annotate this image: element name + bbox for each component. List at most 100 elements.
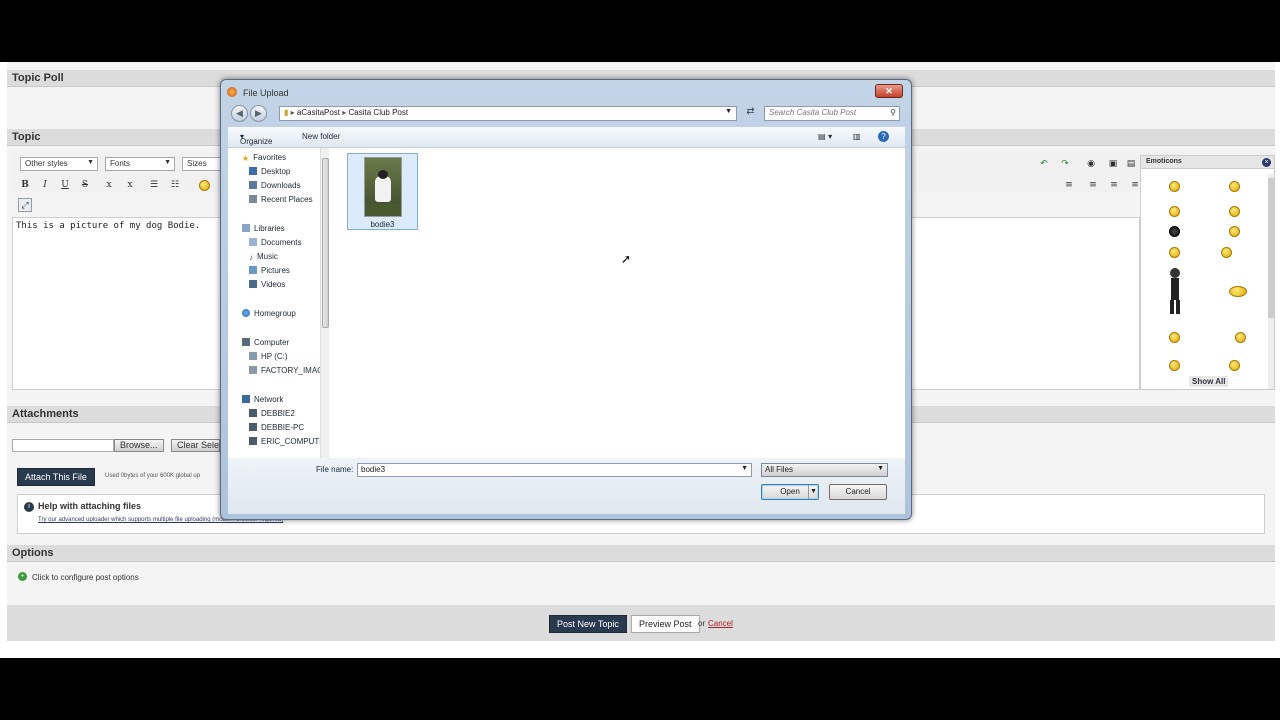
smiley-icon[interactable] (1229, 226, 1240, 237)
numbered-list-icon[interactable]: ☷ (168, 178, 182, 192)
configure-options-link[interactable]: Click to configure post options (32, 573, 139, 582)
breadcrumb-casita-club-post[interactable]: Casita Club Post (349, 108, 409, 117)
nav-drive-c[interactable]: HP (C:) (249, 352, 288, 361)
file-type-select[interactable]: All Files ▼ (761, 463, 888, 477)
organize-menu[interactable]: Organize ▾ (240, 132, 272, 146)
nav-debbie2[interactable]: DEBBIE2 (249, 409, 295, 418)
file-name-input[interactable]: bodie3 ▼ (357, 463, 752, 477)
close-button[interactable]: ✕ (875, 84, 903, 98)
nav-documents[interactable]: Documents (249, 238, 301, 247)
nav-network[interactable]: Network (242, 395, 283, 404)
emoticons-scrollbar[interactable] (1268, 174, 1274, 389)
show-all-emoticons[interactable]: Show All (1189, 376, 1229, 387)
nav-homegroup[interactable]: Homegroup (242, 309, 296, 318)
nav-scrollbar[interactable] (320, 148, 329, 458)
downloads-icon (249, 181, 257, 189)
computer-icon (249, 409, 257, 417)
nav-music[interactable]: ♪ Music (249, 252, 278, 262)
or-text: or (698, 619, 706, 628)
cool-smiley-icon[interactable] (1169, 226, 1180, 237)
nav-pictures[interactable]: Pictures (249, 266, 290, 275)
chevron-down-icon: ▼ (877, 465, 884, 472)
help-icon[interactable]: ◉ (1084, 157, 1098, 171)
nav-desktop[interactable]: Desktop (249, 167, 290, 176)
view-options-icon[interactable]: ▤ ▾ (818, 132, 832, 141)
italic-button[interactable]: I (38, 178, 52, 192)
network-icon (242, 395, 250, 403)
firefox-icon (227, 87, 237, 97)
editor-text: This is a picture of my dog Bodie. (16, 221, 201, 231)
smiley-icon[interactable] (199, 180, 210, 191)
expand-icon[interactable]: + (18, 572, 27, 581)
smiley-icon[interactable] (1229, 360, 1240, 371)
refresh-icon[interactable]: ⇄ (742, 106, 759, 121)
nav-downloads[interactable]: Downloads (249, 181, 301, 190)
open-button[interactable]: Open ▼ (761, 484, 819, 500)
smiley-icon[interactable] (1235, 332, 1246, 343)
bold-button[interactable]: B (18, 178, 32, 192)
nav-libraries[interactable]: Libraries (242, 224, 285, 233)
attachment-file-input[interactable] (12, 439, 114, 452)
image-icon[interactable]: ▣ (1106, 157, 1120, 171)
command-bar: Organize ▾ New folder ▤ ▾ ▥ ? (228, 127, 905, 148)
underline-button[interactable]: U (58, 178, 72, 192)
styles-select[interactable]: Other styles ▼ (20, 157, 98, 171)
fonts-select[interactable]: Fonts ▼ (105, 157, 175, 171)
new-folder-button[interactable]: New folder (302, 132, 340, 141)
smiley-icon[interactable] (1169, 247, 1180, 258)
nav-recent-places[interactable]: Recent Places (249, 195, 313, 204)
post-new-topic-button[interactable]: Post New Topic (549, 615, 627, 633)
attach-file-button[interactable]: Attach This File (17, 468, 95, 486)
smiley-icon[interactable] (1169, 206, 1180, 217)
address-bar[interactable]: ▮ ▸ aCasitaPost ▸ Casita Club Post ▼ (279, 106, 737, 121)
preview-pane-icon[interactable]: ▥ (853, 132, 861, 141)
source-icon[interactable]: ⤢ (18, 198, 32, 212)
flying-smiley-icon[interactable] (1229, 286, 1247, 297)
strike-button[interactable]: S (78, 178, 92, 192)
libraries-icon (242, 224, 250, 232)
forward-button[interactable]: ▶ (250, 105, 267, 122)
chevron-down-icon[interactable]: ▼ (741, 465, 748, 472)
mouse-cursor-icon: ➚ (621, 252, 632, 266)
breadcrumb-acasitapost[interactable]: aCasitaPost (297, 108, 340, 117)
nav-debbie-pc[interactable]: DEBBIE-PC (249, 423, 304, 432)
dancing-man-icon[interactable] (1167, 268, 1183, 314)
smiley-icon[interactable] (1221, 247, 1232, 258)
align-left-icon[interactable]: ≡ (1086, 178, 1100, 192)
sizes-select[interactable]: Sizes (182, 157, 222, 171)
nav-factory-image[interactable]: FACTORY_IMAGE (249, 366, 324, 375)
folder-icon: ▮ (284, 108, 289, 117)
redo-icon[interactable]: ↷ (1058, 157, 1072, 171)
media-icon[interactable]: ▤ (1124, 157, 1138, 171)
nav-videos[interactable]: Videos (249, 280, 285, 289)
pictures-icon (249, 266, 257, 274)
smiley-icon[interactable] (1169, 332, 1180, 343)
bullet-list-icon[interactable]: ☰ (147, 178, 161, 192)
browse-button[interactable]: Browse... (114, 439, 164, 452)
smiley-icon[interactable] (1229, 206, 1240, 217)
search-input[interactable]: Search Casita Club Post ⚲ (764, 106, 900, 121)
chevron-down-icon[interactable]: ▼ (725, 108, 732, 115)
smiley-icon[interactable] (1169, 360, 1180, 371)
help-icon[interactable]: ? (878, 131, 889, 142)
banana-dance-icon[interactable] (1229, 181, 1240, 192)
nav-eric-computer[interactable]: ERIC_COMPUTER (249, 437, 324, 446)
superscript-button[interactable]: x (123, 178, 137, 192)
close-icon[interactable]: × (1262, 158, 1271, 167)
subscript-button[interactable]: x (102, 178, 116, 192)
indent-icon[interactable]: ≡ (1062, 178, 1076, 192)
file-upload-dialog: File Upload ✕ ◀ ▶ ▮ ▸ aCasitaPost ▸ Casi… (220, 79, 912, 520)
nav-favorites[interactable]: ★ Favorites (242, 153, 286, 163)
preview-post-button[interactable]: Preview Post (631, 615, 700, 633)
emoticons-title: Emoticons (1141, 156, 1274, 169)
cancel-link[interactable]: Cancel (708, 619, 733, 628)
file-item-bodie3[interactable]: bodie3 (347, 153, 418, 230)
search-icon[interactable]: ⚲ (890, 108, 896, 117)
nav-computer[interactable]: Computer (242, 338, 289, 347)
undo-icon[interactable]: ↶ (1037, 157, 1051, 171)
smiley-icon[interactable] (1169, 181, 1180, 192)
align-center-icon[interactable]: ≡ (1107, 178, 1121, 192)
cancel-button[interactable]: Cancel (829, 484, 887, 500)
clear-selection-button[interactable]: Clear Selection (171, 439, 220, 452)
back-button[interactable]: ◀ (231, 105, 248, 122)
